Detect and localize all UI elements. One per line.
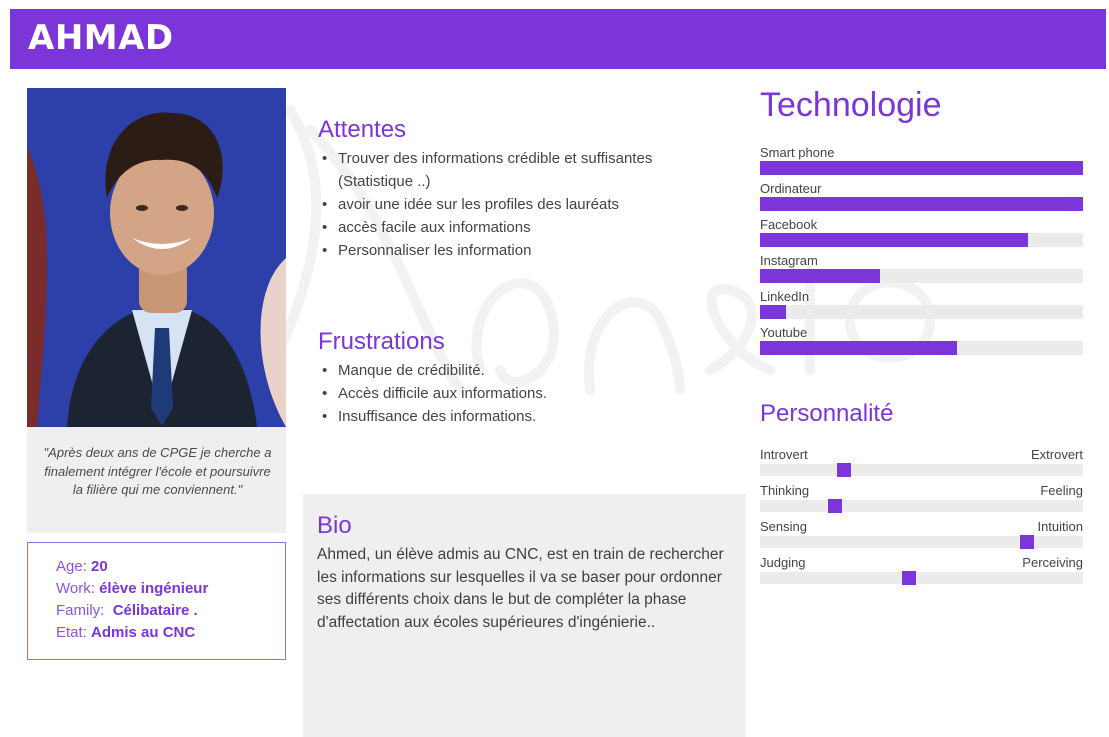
tech-bar-fill	[760, 269, 880, 283]
tech-bar-track	[760, 233, 1083, 247]
frustrations-title: Frustrations	[318, 328, 445, 355]
info-work: Work: élève ingénieur	[56, 580, 208, 597]
tech-bar-track	[760, 305, 1083, 319]
personnalite-title: Personnalité	[760, 400, 894, 427]
tech-bar-fill	[760, 341, 957, 355]
info-age: Age: 20	[56, 558, 108, 575]
personality-marker	[828, 499, 842, 513]
personality-left-label: Judging	[760, 555, 806, 570]
personality-item: Sensing Intuition	[760, 519, 1083, 555]
info-family: Family: Célibataire .	[56, 602, 198, 619]
frustrations-list: Manque de crédibilité. Accès difficile a…	[318, 359, 718, 428]
tech-item: Facebook	[760, 217, 1083, 253]
personality-track	[760, 463, 1083, 477]
personality-marker	[1020, 535, 1034, 549]
age-value: 20	[91, 558, 108, 575]
tech-item: Youtube	[760, 325, 1083, 361]
tech-label: Ordinateur	[760, 181, 822, 196]
work-value: élève ingénieur	[99, 580, 209, 597]
tech-item: Smart phone	[760, 145, 1083, 181]
list-item: Accès difficile aux informations.	[318, 382, 718, 405]
tech-label: Instagram	[760, 253, 818, 268]
list-item: accès facile aux informations	[318, 216, 718, 239]
portrait-illustration	[27, 88, 286, 427]
personality-left-label: Introvert	[760, 447, 808, 462]
personality-marker	[837, 463, 851, 477]
attentes-list: Trouver des informations crédible et suf…	[318, 147, 718, 262]
personality-track	[760, 499, 1083, 513]
info-card: Age: 20 Work: élève ingénieur Family: Cé…	[27, 542, 286, 660]
personality-marker	[902, 571, 916, 585]
persona-name: AHMAD	[28, 18, 174, 58]
family-value: Célibataire .	[112, 602, 198, 619]
tech-bar-fill	[760, 233, 1028, 247]
technologie-title: Technologie	[760, 86, 942, 124]
list-item: Manque de crédibilité.	[318, 359, 718, 382]
tech-item: LinkedIn	[760, 289, 1083, 325]
personality-item: Introvert Extrovert	[760, 447, 1083, 483]
personality-right-label: Feeling	[1040, 483, 1083, 498]
list-item: Trouver des informations crédible et suf…	[318, 147, 718, 193]
tech-label: LinkedIn	[760, 289, 810, 304]
attentes-title: Attentes	[318, 116, 407, 143]
tech-bar-track	[760, 161, 1083, 175]
etat-label: Etat:	[56, 624, 87, 641]
list-item: Personnaliser les information	[318, 239, 718, 262]
personality-right-label: Perceiving	[1022, 555, 1083, 570]
tech-item: Instagram	[760, 253, 1083, 289]
tech-bar-fill	[760, 305, 786, 319]
personality-item: Thinking Feeling	[760, 483, 1083, 519]
bio-text: Ahmed, un élève admis au CNC, est en tra…	[317, 546, 724, 631]
quote-panel: "Après deux ans de CPGE je cherche a fin…	[27, 427, 286, 533]
tech-bar-track	[760, 269, 1083, 283]
tech-bar-fill	[760, 197, 1083, 211]
work-label: Work:	[56, 580, 95, 597]
personality-track	[760, 535, 1083, 549]
personality-right-label: Extrovert	[1030, 447, 1083, 462]
personality-right-label: Intuition	[1037, 519, 1083, 534]
persona-quote: "Après deux ans de CPGE je cherche a fin…	[43, 445, 272, 497]
tech-bar-track	[760, 197, 1083, 211]
personality-track	[760, 571, 1083, 585]
personality-left-label: Sensing	[760, 519, 807, 534]
personality-item: Judging Perceiving	[760, 555, 1083, 591]
bio-panel: Bio Ahmed, un élève admis au CNC, est en…	[303, 494, 746, 737]
etat-value: Admis au CNC	[91, 624, 196, 641]
info-etat: Etat: Admis au CNC	[56, 624, 195, 641]
tech-bar-track	[760, 341, 1083, 355]
tech-label: Youtube	[760, 325, 808, 340]
tech-label: Smart phone	[760, 145, 835, 160]
family-label: Family:	[56, 602, 105, 619]
header-banner: AHMAD	[10, 9, 1106, 69]
persona-photo	[27, 88, 286, 427]
tech-bar-fill	[760, 161, 1083, 175]
tech-item: Ordinateur	[760, 181, 1083, 217]
tech-label: Facebook	[760, 217, 818, 232]
list-item: Insuffisance des informations.	[318, 405, 718, 428]
bio-title: Bio	[317, 512, 352, 539]
list-item: avoir une idée sur les profiles des laur…	[318, 193, 718, 216]
age-label: Age:	[56, 558, 87, 575]
personality-left-label: Thinking	[760, 483, 810, 498]
